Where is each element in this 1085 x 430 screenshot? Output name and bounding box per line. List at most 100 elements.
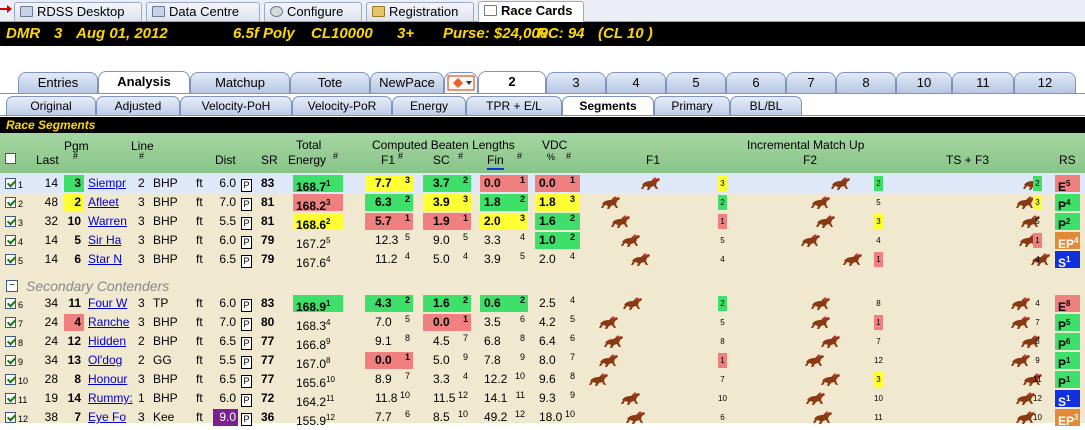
table-row[interactable]: 6 34 11 Four W 3 TP ft 6.0 P 83 168.91 4.3 2 1.6 2 0.6 2…: [0, 294, 1085, 314]
line-number: 3: [138, 195, 145, 209]
select-all-checkbox[interactable]: [5, 153, 16, 164]
desktop-icon: [20, 6, 33, 17]
table-row[interactable]: 1 14 3 Siempr 2 BHP ft 6.0 P 83 168.71 7.7 3 3.7 2 0.0 1…: [0, 174, 1085, 194]
tab-velocity-poh[interactable]: Velocity-PoH: [180, 96, 292, 116]
tab-entries[interactable]: Entries: [18, 72, 98, 93]
tab-segments[interactable]: Segments: [562, 96, 654, 116]
running-style-badge: P2: [1055, 213, 1080, 232]
row-checkbox[interactable]: [5, 298, 16, 309]
row-checkbox[interactable]: [5, 393, 16, 404]
horse-name-link[interactable]: Ranche: [88, 314, 129, 331]
row-checkbox[interactable]: [5, 412, 16, 423]
ts-f3-matchup-rank: 8: [1035, 337, 1040, 346]
collapse-icon[interactable]: −: [6, 280, 18, 292]
table-row[interactable]: 5 14 6 Star N 3 BHP ft 6.5 P 79 167.64 11.2 4 5.0 4 3.9…: [0, 250, 1085, 270]
tab-primary[interactable]: Primary: [654, 96, 730, 116]
tab-race-10[interactable]: 10: [896, 72, 952, 93]
p-badge: P: [241, 315, 252, 332]
tab-race-cards[interactable]: Race Cards: [478, 1, 584, 22]
horse-icon: [821, 335, 840, 348]
horse-name-link[interactable]: Four W: [88, 295, 127, 312]
tab-velocity-por[interactable]: Velocity-PoR: [292, 96, 392, 116]
horse-name-link[interactable]: Rummy:: [88, 390, 133, 407]
vdc-value: 1.8 3: [535, 194, 580, 211]
speed-rating: 72: [261, 391, 275, 405]
f1-beaten-lengths: 8.9 7: [375, 371, 410, 386]
table-row[interactable]: 4 14 5 Sir Ha 3 BHP ft 6.0 P 79 167.25 12.3 5 9.0 5 3.3…: [0, 231, 1085, 251]
row-checkbox[interactable]: [5, 317, 16, 328]
tab-configure[interactable]: Configure: [264, 2, 362, 21]
tab-race-4[interactable]: 4: [606, 72, 666, 93]
tab-race-2[interactable]: 2: [478, 71, 546, 94]
surface: ft: [196, 176, 203, 190]
tab-adjusted[interactable]: Adjusted: [96, 96, 180, 116]
tab-rdss-desktop[interactable]: RDSS Desktop: [14, 2, 142, 21]
horse-name-link[interactable]: Honour: [88, 371, 127, 388]
horse-name-link[interactable]: Warren: [88, 213, 127, 230]
tab-race-12[interactable]: 12: [1014, 72, 1076, 93]
tab-tpr-el[interactable]: TPR + E/L: [466, 96, 562, 116]
tab-race-7[interactable]: 7: [786, 72, 836, 93]
ts-f3-matchup-rank: 2: [1033, 176, 1042, 191]
horse-name-link[interactable]: Star N: [88, 251, 122, 268]
tab-tote[interactable]: Tote: [290, 72, 370, 93]
row-checkbox[interactable]: [5, 254, 16, 265]
tab-data-centre[interactable]: Data Centre: [146, 2, 260, 21]
row-checkbox[interactable]: [5, 216, 16, 227]
sc-beaten-lengths: 3.7 2: [423, 175, 471, 192]
row-checkbox[interactable]: [5, 197, 16, 208]
tab-matchup[interactable]: Matchup: [190, 72, 290, 93]
ts-f3-matchup-rank: 5: [1035, 217, 1040, 226]
row-index: 8: [18, 338, 24, 348]
table-row[interactable]: 2 48 2 Afleet 3 BHP ft 7.0 P 81 168.23 6.3 2 3.9 3 1.8 2…: [0, 193, 1085, 213]
horse-icon: [843, 253, 862, 266]
horse-name-link[interactable]: Eye Fo: [88, 409, 126, 426]
database-icon: [152, 6, 165, 17]
row-checkbox[interactable]: [5, 355, 16, 366]
tab-analysis[interactable]: Analysis: [98, 71, 190, 94]
table-row[interactable]: 3 32 10 Warren 3 BHP ft 5.5 P 81 168.62 5.7 1 1.9 1 2.0…: [0, 212, 1085, 232]
program-number: 3: [64, 175, 84, 192]
program-number: 13: [67, 353, 81, 367]
tab-newpace[interactable]: NewPace: [370, 72, 444, 93]
surface: ft: [196, 334, 203, 348]
row-checkbox[interactable]: [5, 235, 16, 246]
tab-energy[interactable]: Energy: [392, 96, 466, 116]
section-title: Race Segments: [0, 117, 1085, 133]
tab-race-3[interactable]: 3: [546, 72, 606, 93]
speed-rating: 83: [261, 296, 275, 310]
race-selector-dropdown[interactable]: [444, 72, 478, 93]
horse-name-link[interactable]: Sir Ha: [88, 232, 121, 249]
tab-original[interactable]: Original: [6, 96, 96, 116]
table-row[interactable]: 10 28 8 Honour 3 BHP ft 6.5 P 77 165.610 8.9 7 3.3 4 12…: [0, 370, 1085, 390]
row-checkbox[interactable]: [5, 374, 16, 385]
speed-rating: 80: [261, 315, 275, 329]
distance-surface: 6.5f Poly: [233, 25, 295, 42]
horse-name-link[interactable]: Ol'dog: [88, 352, 122, 369]
horse-name-link[interactable]: Siempr: [88, 175, 126, 192]
running-style-badge: E8: [1055, 295, 1080, 314]
table-row[interactable]: 11 19 14 Rummy: 1 BHP ft 6.0 P 72 164.211 11.8 10 11.…: [0, 389, 1085, 409]
table-row[interactable]: 7 24 4 Ranche 3 BHP ft 7.0 P 80 168.34 7.0 5 0.0 1 3.5 6…: [0, 313, 1085, 333]
f2-matchup-rank: 3: [874, 372, 883, 387]
header-fin[interactable]: Fin: [487, 153, 504, 170]
line-number: 3: [138, 296, 145, 310]
line-number: 3: [138, 233, 145, 247]
table-row[interactable]: 12 38 7 Eye Fo 3 Kee ft 9.0 P 36 155.912 7.7 6 8.5 10 4…: [0, 408, 1085, 428]
table-row[interactable]: 8 24 12 Hidden 2 BHP ft 6.5 P 77 166.89 9.1 8 4.5 7 6.8…: [0, 332, 1085, 352]
horse-name-link[interactable]: Afleet: [88, 194, 119, 211]
row-checkbox[interactable]: [5, 336, 16, 347]
running-style-badge: P1: [1055, 352, 1080, 371]
ts-f3-matchup-rank: 4: [1035, 255, 1040, 264]
row-checkbox[interactable]: [5, 178, 16, 189]
tab-race-6[interactable]: 6: [726, 72, 786, 93]
track-code: BHP: [153, 176, 178, 190]
horse-name-link[interactable]: Hidden: [88, 333, 126, 350]
tab-race-8[interactable]: 8: [836, 72, 896, 93]
table-row[interactable]: 9 34 13 Ol'dog 2 GG ft 5.5 P 77 167.08 0.0 1 5.0 9 7.8 9…: [0, 351, 1085, 371]
secondary-contenders-header[interactable]: − Secondary Contenders: [0, 276, 1085, 296]
tab-race-11[interactable]: 11: [952, 72, 1014, 93]
tab-race-5[interactable]: 5: [666, 72, 726, 93]
tab-registration[interactable]: Registration: [366, 2, 474, 21]
tab-bl-bl[interactable]: BL/BL: [730, 96, 802, 116]
